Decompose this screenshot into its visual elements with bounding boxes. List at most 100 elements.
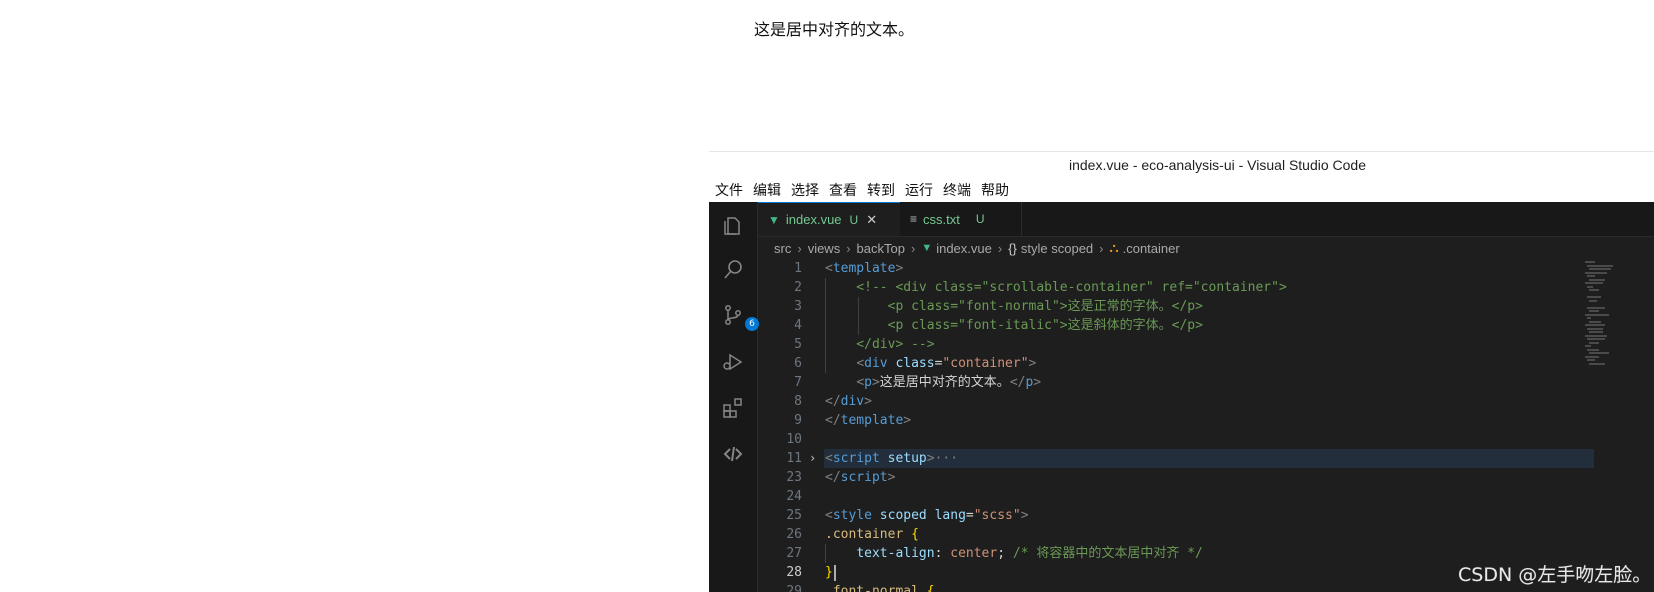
code-text: </template>	[825, 411, 911, 430]
menu-item-label: 帮助	[981, 183, 1009, 199]
vscode-window: index.vue - eco-analysis-ui - Visual Stu…	[709, 151, 1654, 592]
menu-item-label: 选择	[791, 183, 819, 199]
minimap-line	[1589, 299, 1597, 302]
menu-bar: 文件 编辑 选择 查看 转到 运行 终端 帮助	[709, 178, 1654, 202]
minimap-line	[1589, 320, 1601, 323]
code-line: › 11 <script setup>···	[758, 449, 1654, 468]
menu-item-label: 查看	[829, 183, 857, 199]
breadcrumb-item[interactable]: index.vue	[936, 241, 992, 256]
fold-chevron-icon[interactable]: ›	[809, 449, 816, 468]
vue-icon: ▼	[768, 212, 780, 227]
minimap-line	[1585, 355, 1599, 358]
code-editor[interactable]: 1 <template> 2 <!-- <div class="scrollable…	[758, 259, 1654, 592]
code-line: 24	[758, 487, 1654, 506]
code-token: </	[1009, 375, 1026, 390]
code-token: ···	[934, 451, 959, 466]
code-token: style	[832, 508, 872, 523]
code-line: 7 <p>这是居中对齐的文本。</p>	[758, 373, 1654, 392]
menu-item-label: 转到	[867, 183, 895, 199]
minimap[interactable]	[1585, 261, 1625, 371]
minimap-line	[1589, 268, 1611, 270]
code-text: <div class="container">	[825, 354, 1036, 373]
chevron-right-icon: ›	[910, 240, 916, 256]
breadcrumb-item[interactable]: backTop	[857, 241, 905, 256]
menu-item[interactable]: 选择	[791, 180, 820, 200]
code-token: /* 将容器中的文本居中对齐 */	[1012, 546, 1203, 561]
minimap-line	[1587, 317, 1591, 319]
chevron-right-icon: ›	[846, 240, 851, 256]
code-text: <style scoped lang="scss">	[825, 506, 1029, 525]
code-text: .font-normal {	[825, 582, 935, 592]
code-text: </div>	[825, 392, 872, 411]
code-token: "container"	[942, 356, 1029, 371]
tab-css-txt[interactable]: ≡ css.txt U	[900, 202, 1022, 236]
minimap-line	[1587, 327, 1603, 330]
breadcrumb-item[interactable]: style scoped	[1021, 241, 1093, 256]
remote-icon[interactable]	[721, 442, 745, 466]
line-number: 25	[786, 508, 802, 523]
line-number: 2	[794, 280, 802, 295]
menu-item[interactable]: 编辑	[753, 180, 782, 200]
close-icon[interactable]: ✕	[866, 212, 877, 228]
line-number: 3	[794, 299, 802, 314]
menu-item[interactable]: 运行	[905, 180, 934, 200]
code-token: <!-- <div class="scrollable-container" r…	[825, 280, 1287, 295]
search-icon[interactable]	[721, 258, 745, 282]
minimap-line	[1585, 313, 1609, 316]
chevron-right-icon: ›	[997, 240, 1003, 256]
code-token: <p class="font-italic">这是斜体的字体。</p>	[825, 318, 1203, 333]
braces-icon: {}	[1008, 240, 1017, 256]
minimap-line	[1587, 285, 1593, 288]
code-token: </	[825, 413, 841, 428]
code-text: <p class="font-normal">这是正常的字体。</p>	[825, 297, 1203, 316]
breadcrumb: src › views › backTop › ▼ index.vue › {}…	[758, 237, 1654, 259]
code-token: 这是居中对齐的文本。	[879, 375, 1010, 390]
editor-tabs: ▼ index.vue U ✕ ≡ css.txt U	[758, 202, 1654, 237]
line-number: 28	[786, 565, 802, 580]
code-token: >	[871, 375, 880, 390]
tab-index-vue[interactable]: ▼ index.vue U ✕	[758, 202, 900, 236]
menu-item[interactable]: 文件	[715, 180, 744, 200]
tab-status: U	[975, 212, 985, 226]
line-number: 23	[786, 470, 802, 485]
code-text: </script>	[825, 468, 895, 487]
source-control-icon[interactable]: 6	[721, 303, 759, 331]
code-token: class	[895, 356, 935, 371]
code-line: 10	[758, 430, 1654, 449]
code-token: >	[926, 451, 935, 466]
code-token: >	[903, 413, 912, 428]
run-debug-icon[interactable]	[721, 350, 745, 374]
minimap-line	[1585, 324, 1605, 326]
menu-item[interactable]: 帮助	[981, 180, 1010, 200]
code-line: 3 <p class="font-normal">这是正常的字体。</p>	[758, 297, 1654, 316]
extensions-icon[interactable]	[721, 396, 745, 420]
code-text: <p>这是居中对齐的文本。</p>	[825, 373, 1041, 392]
code-token: }	[825, 565, 833, 580]
menu-item[interactable]: 转到	[867, 180, 896, 200]
code-line: 5 </div> -->	[758, 335, 1654, 354]
code-line: 6 <div class="container">	[758, 354, 1654, 373]
preview-text: 这是居中对齐的文本。	[754, 20, 915, 39]
line-number: 4	[794, 318, 802, 333]
code-token: script	[840, 470, 888, 485]
menu-item[interactable]: 终端	[943, 180, 972, 200]
minimap-line	[1589, 278, 1605, 281]
line-number: 1	[794, 261, 802, 276]
explorer-icon[interactable]	[721, 214, 745, 238]
code-token: >	[864, 394, 872, 409]
minimap-line	[1585, 282, 1603, 284]
minimap-line	[1585, 345, 1591, 347]
menu-item[interactable]: 查看	[829, 180, 858, 200]
code-text: text-align: center; /* 将容器中的文本居中对齐 */	[825, 544, 1203, 563]
breadcrumb-item[interactable]: src	[774, 241, 791, 256]
minimap-line	[1585, 261, 1595, 263]
breadcrumb-item[interactable]: views	[808, 241, 841, 256]
minimap-line	[1589, 310, 1599, 312]
code-token: >	[1033, 375, 1042, 390]
code-token: <	[825, 261, 833, 276]
breadcrumb-item[interactable]: .container	[1123, 241, 1180, 256]
